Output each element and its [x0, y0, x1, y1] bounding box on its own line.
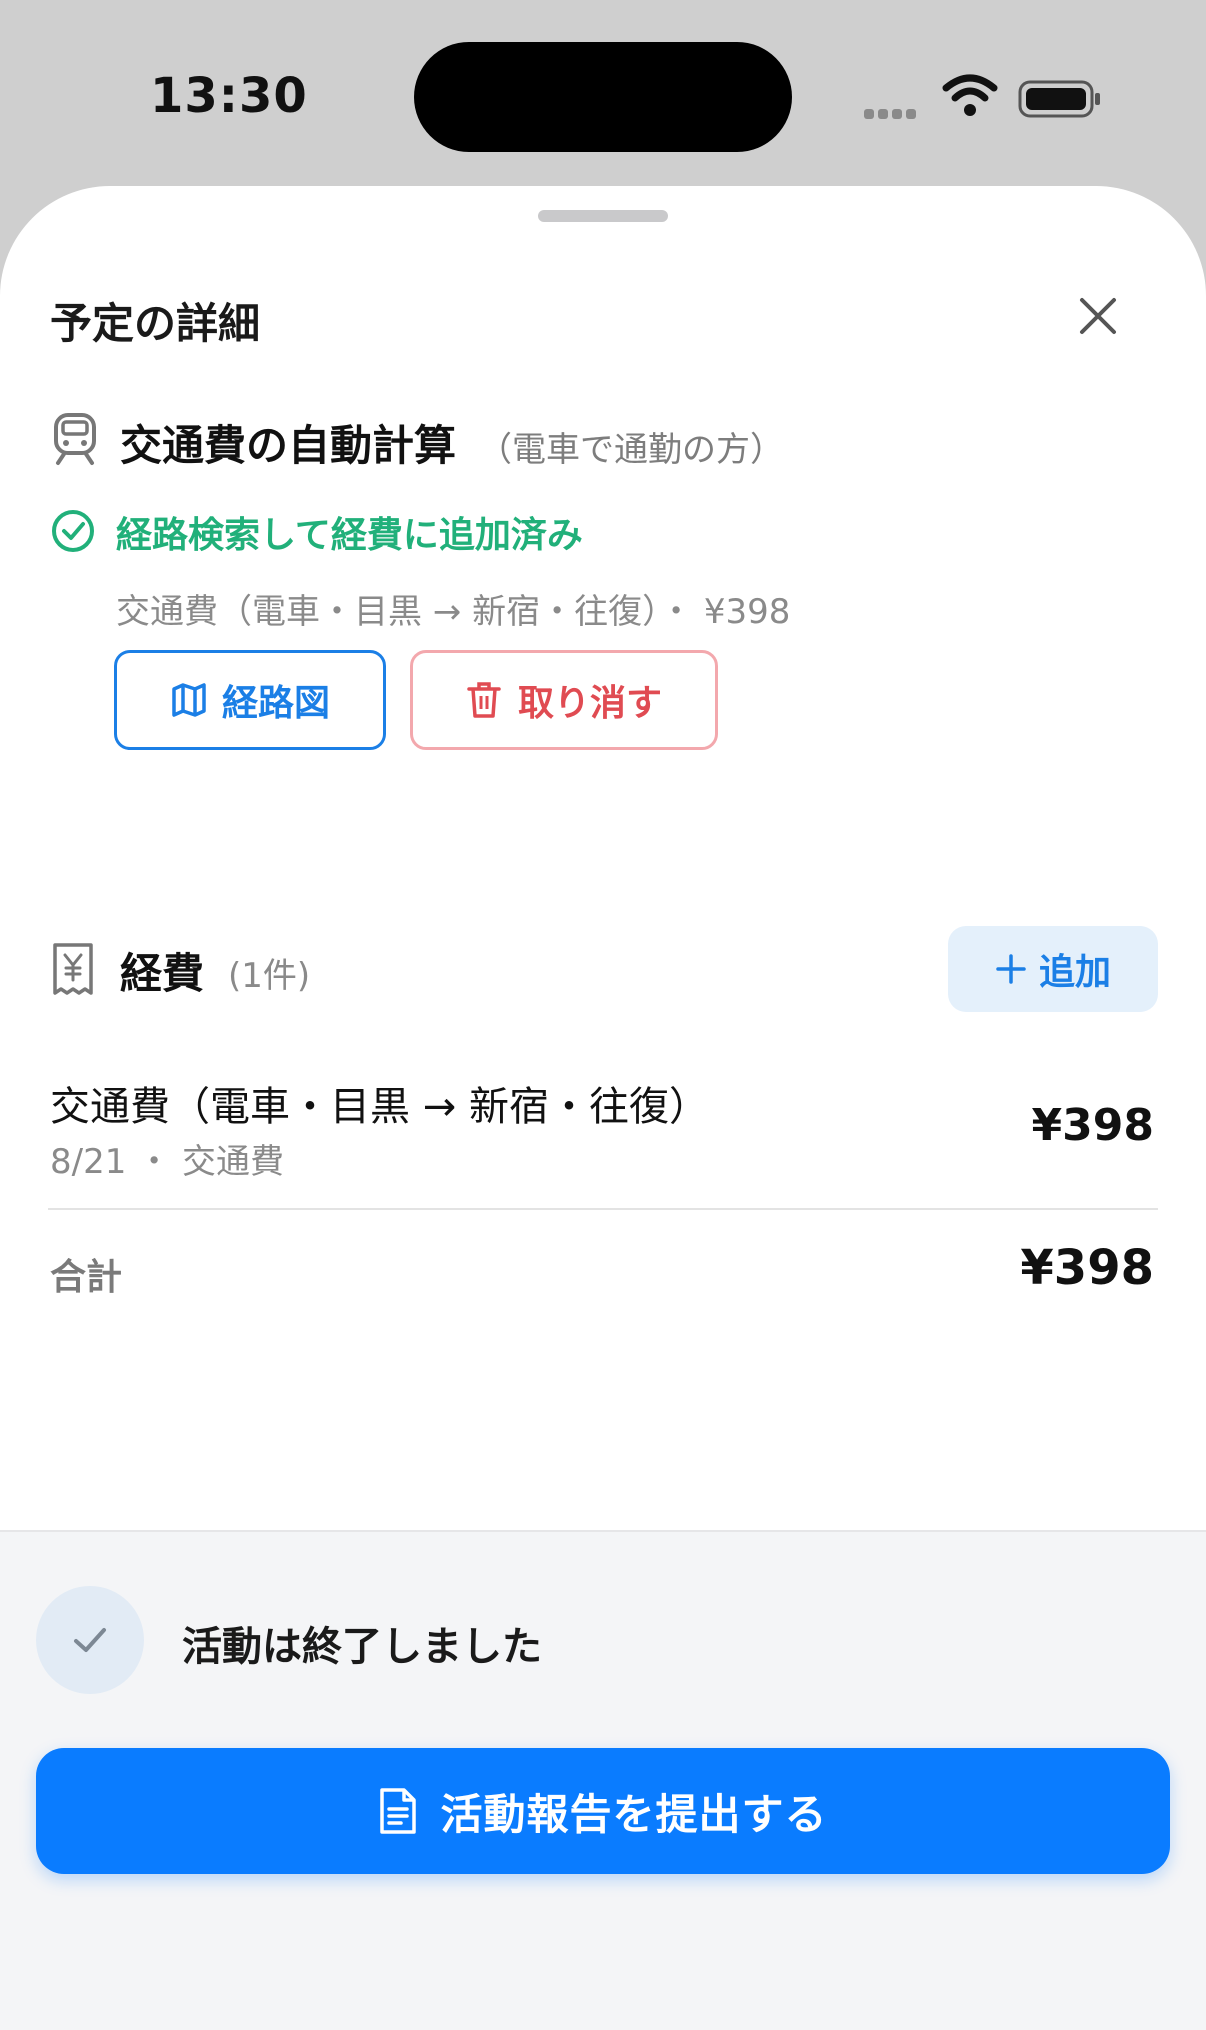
expenses-title: 経費 — [120, 949, 205, 998]
expense-item-title[interactable]: 交通費（電車・目黒 → 新宿・往復） — [50, 1074, 709, 1132]
divider — [48, 1208, 1158, 1210]
dynamic-island — [414, 42, 792, 152]
checkmark-icon — [74, 1628, 106, 1652]
map-icon — [172, 683, 206, 717]
route-summary: 交通費（電車・目黒 → 新宿・往復）・ ¥398 — [116, 592, 791, 632]
total-label: 合計 — [50, 1257, 123, 1298]
wifi-icon — [942, 74, 998, 116]
add-expense-label: 追加 — [1038, 952, 1111, 993]
commute-title: 交通費の自動計算 — [120, 421, 457, 470]
trash-icon — [467, 682, 501, 718]
expense-item-meta: 8/21 ・ 交通費 — [50, 1142, 284, 1182]
submit-report-label: 活動報告を提出する — [440, 1789, 828, 1839]
cellular-signal-icon — [864, 104, 926, 119]
battery-icon — [1018, 80, 1100, 118]
status-time: 13:30 — [150, 68, 308, 124]
commute-subtitle: （電車で通勤の方） — [478, 430, 784, 470]
cancel-route-button[interactable]: 取り消す — [410, 650, 718, 750]
route-map-label: 経路図 — [221, 683, 330, 724]
receipt-yen-icon — [53, 943, 93, 995]
total-amount: ¥398 — [1020, 1240, 1154, 1296]
document-icon — [380, 1788, 417, 1834]
add-expense-button[interactable]: 追加 — [948, 926, 1158, 1012]
train-icon — [54, 413, 96, 465]
close-icon — [1080, 298, 1116, 334]
activity-done-indicator — [36, 1586, 144, 1694]
close-button[interactable] — [1068, 286, 1128, 346]
route-added-status: 経路検索して経費に追加済み — [116, 515, 583, 556]
sheet-title: 予定の詳細 — [50, 299, 261, 348]
expense-item-amount: ¥398 — [1031, 1100, 1154, 1151]
check-circle-icon — [52, 510, 94, 552]
cancel-label: 取り消す — [517, 683, 662, 724]
plus-icon — [996, 954, 1026, 984]
submit-report-button[interactable]: 活動報告を提出する — [36, 1748, 1170, 1874]
expenses-count: (1件) — [228, 956, 311, 996]
route-map-button[interactable]: 経路図 — [114, 650, 386, 750]
sheet-grabber[interactable] — [538, 210, 668, 222]
activity-done-label: 活動は終了しました — [182, 1624, 542, 1670]
